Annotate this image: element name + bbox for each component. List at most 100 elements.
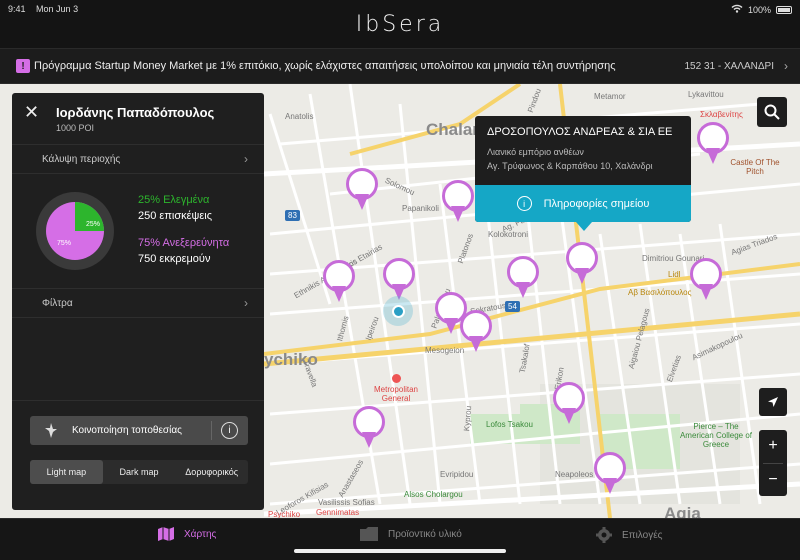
place-label: Castle Of The Pitch	[730, 158, 780, 176]
place-name: Lofos Tsakou	[486, 420, 533, 429]
place-label: Gennimatas	[316, 508, 359, 517]
filters-label: Φίλτρα	[42, 297, 73, 309]
district-label: Agia	[664, 504, 701, 518]
tab-settings-label: Επιλογές	[622, 529, 663, 541]
current-location-marker	[383, 296, 413, 326]
street-label: Metamor	[594, 92, 626, 101]
share-pin-icon	[45, 422, 57, 438]
filters-row[interactable]: Φίλτρα ›	[12, 288, 264, 318]
place-label: Alsos Cholargou	[404, 490, 463, 499]
poi-pin[interactable]	[507, 256, 541, 300]
zoom-out-button[interactable]: −	[759, 463, 787, 496]
poi-count: 1000 POI	[56, 123, 95, 133]
poi-pin[interactable]	[346, 168, 380, 212]
poi-pin[interactable]	[442, 180, 476, 224]
search-icon	[764, 104, 780, 120]
info-icon[interactable]: i	[221, 422, 238, 439]
place-name: Gennimatas	[316, 508, 360, 517]
donut-checked-label: 25%	[86, 221, 100, 228]
place-name: Σκλαβενίτης	[700, 110, 743, 119]
pending-count: 750 εκκρεμούν	[138, 253, 211, 265]
place-label: Σκλαβενίτης	[700, 110, 743, 119]
road-badge: 83	[285, 210, 300, 221]
share-location-button[interactable]: Κοινοποίηση τοποθεσίας i	[30, 416, 248, 445]
poi-pin[interactable]	[323, 260, 357, 304]
checked-percent: 25% Ελεγμένα	[138, 194, 210, 206]
tab-map-label: Χάρτης	[184, 528, 217, 540]
chevron-right-icon: ›	[244, 296, 248, 310]
place-name: Alsos Cholargou	[404, 490, 463, 499]
place-label: Lidl	[668, 270, 680, 279]
checked-visits: 250 επισκέψεις	[138, 210, 213, 222]
place-label: Pierce – The American College of Greece	[676, 422, 756, 449]
bottom-tab-bar: Χάρτης Προϊοντικό υλικό Επιλογές	[0, 518, 800, 560]
place-label: Αβ Βασιλόπουλος	[628, 288, 691, 297]
unexplored-percent: 75% Ανεξερεύνητα	[138, 237, 230, 249]
street-label: Papanikoli	[402, 204, 439, 213]
map-type-light[interactable]: Light map	[30, 460, 103, 484]
place-label: Psychiko	[268, 510, 300, 518]
place-name: Αβ Βασιλόπουλος	[628, 288, 692, 297]
alert-icon: !	[16, 59, 30, 73]
home-indicator[interactable]	[294, 549, 506, 553]
info-icon: i	[516, 196, 532, 211]
map-type-selector: Light map Dark map Δορυφορικός	[30, 460, 248, 484]
poi-info-popup[interactable]: ΔΡΟΣΟΠΟΥΛΟΣ ΑΝΔΡΕΑΣ & ΣΙΑ ΕΕ Λιανικό εμπ…	[475, 116, 691, 222]
poi-pin[interactable]	[690, 258, 724, 302]
zoom-in-button[interactable]: +	[759, 430, 787, 463]
popup-pointer	[576, 222, 592, 231]
zoom-controls: + −	[759, 430, 787, 496]
place-name: Lidl	[668, 270, 681, 279]
tab-map[interactable]: Χάρτης	[158, 527, 216, 541]
place-name: Metropolitan General	[373, 385, 419, 403]
poi-pin[interactable]	[553, 382, 587, 426]
donut-unexplored-label: 75%	[57, 240, 71, 247]
map-search-button[interactable]	[757, 97, 787, 127]
poi-info-button[interactable]: i Πληροφορίες σημείου	[475, 185, 691, 222]
road-badge: 54	[505, 301, 520, 312]
map-type-dark[interactable]: Dark map	[103, 460, 176, 484]
divider	[12, 400, 264, 401]
location-label[interactable]: 152 31 - ΧΑΛΑΝΔΡΙ	[684, 61, 774, 72]
folder-icon	[360, 527, 378, 541]
tab-settings[interactable]: Επιλογές	[596, 527, 662, 543]
poi-pin[interactable]	[697, 122, 731, 166]
place-name: Psychiko	[268, 510, 301, 518]
coverage-row[interactable]: Κάλυψη περιοχής ›	[12, 144, 264, 174]
map-type-satellite[interactable]: Δορυφορικός	[175, 460, 248, 484]
top-bar: 9:41 Mon Jun 3 100% IbSera	[0, 0, 800, 48]
chevron-right-icon[interactable]: ›	[784, 59, 788, 73]
place-label: Metropolitan General	[366, 374, 426, 403]
coverage-donut-chart: 25% 75%	[36, 192, 114, 270]
street-label: Neapoleos	[555, 470, 594, 479]
coverage-label: Κάλυψη περιοχής	[42, 153, 121, 165]
share-location-label: Κοινοποίηση τοποθεσίας	[72, 425, 182, 436]
promo-banner[interactable]: ! Πρόγραμμα Startup Money Market με 1% ε…	[0, 48, 800, 84]
place-name: Castle Of The Pitch	[730, 158, 780, 176]
poi-name: ΔΡΟΣΟΠΟΥΛΟΣ ΑΝΔΡΕΑΣ & ΣΙΑ ΕΕ	[487, 126, 673, 138]
app-logo: IbSera	[355, 12, 445, 37]
divider	[211, 421, 212, 440]
poi-pin[interactable]	[594, 452, 628, 496]
place-name: Pierce – The American College of Greece	[679, 422, 753, 449]
my-location-button[interactable]	[759, 388, 787, 416]
poi-category: Λιανικό εμπόριο ανθέων	[487, 147, 584, 157]
tab-product-material[interactable]: Προϊοντικό υλικό	[360, 527, 462, 541]
gear-icon	[596, 527, 612, 543]
street-label: Anatolis	[285, 112, 314, 121]
street-label: Vasilissis Sofias	[318, 498, 375, 507]
poi-info-button-label: Πληροφορίες σημείου	[543, 197, 650, 210]
poi-pin[interactable]	[566, 242, 600, 286]
chevron-right-icon: ›	[244, 152, 248, 166]
promo-text: Πρόγραμμα Startup Money Market με 1% επι…	[34, 60, 616, 72]
navigation-arrow-icon	[768, 397, 778, 407]
poi-pin[interactable]	[353, 406, 387, 450]
close-icon[interactable]: ✕	[24, 103, 39, 121]
tab-product-material-label: Προϊοντικό υλικό	[388, 528, 462, 540]
map-icon	[158, 527, 174, 541]
poi-pin[interactable]	[460, 310, 494, 354]
user-panel: ✕ Ιορδάνης Παπαδόπουλος 1000 POI Κάλυψη …	[12, 93, 264, 510]
street-label: Lykavittou	[688, 90, 724, 99]
place-label: Lofos Tsakou	[486, 420, 533, 429]
street-label: Evripidou	[440, 470, 474, 479]
